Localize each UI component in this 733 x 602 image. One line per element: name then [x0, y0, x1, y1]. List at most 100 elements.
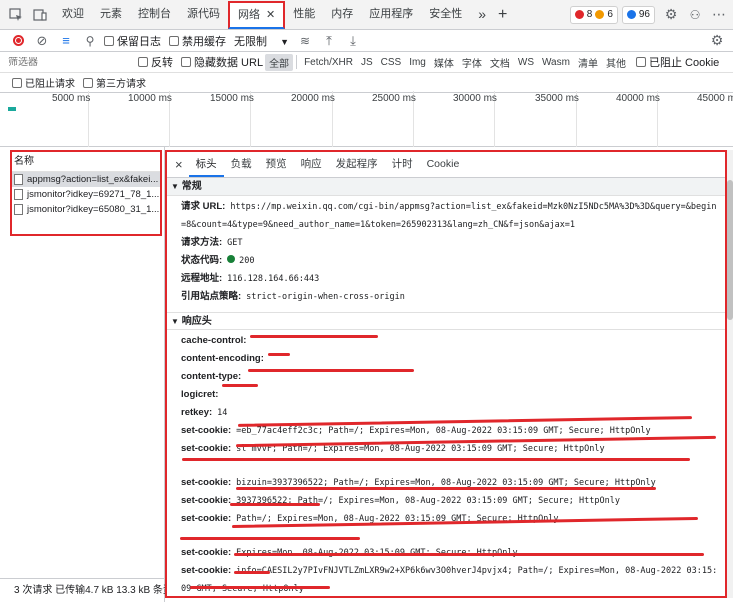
- tab-application[interactable]: 应用程序: [361, 0, 421, 29]
- close-tab-icon[interactable]: ✕: [266, 9, 275, 21]
- status-code-value: 200: [239, 256, 255, 266]
- tab-console[interactable]: 控制台: [130, 0, 179, 29]
- response-headers-title: 响应头: [181, 316, 212, 327]
- tab-headers[interactable]: 标头: [188, 152, 224, 177]
- filter-icon[interactable]: ≡: [56, 31, 76, 51]
- blocked-requests-label: 已阻止请求: [25, 79, 75, 90]
- request-row[interactable]: jsmonitor?idkey=65080_31_1...: [12, 202, 160, 217]
- filter-input[interactable]: [8, 56, 138, 68]
- disable-cache-box[interactable]: [169, 35, 179, 46]
- record-icon[interactable]: [8, 31, 28, 51]
- tab-payload[interactable]: 负载: [224, 152, 259, 177]
- filter-type-xhr[interactable]: Fetch/XHR: [300, 56, 357, 69]
- chevron-down-icon: ▼: [280, 36, 289, 47]
- issues-badge[interactable]: 8 6: [569, 5, 618, 24]
- column-header-name[interactable]: 名称: [12, 152, 160, 172]
- tab-network[interactable]: 网络 ✕: [228, 0, 286, 29]
- warning-icon: [595, 10, 605, 19]
- redaction-mark: [268, 353, 290, 356]
- search-icon[interactable]: ⚲: [80, 31, 100, 51]
- device-toolbar-icon[interactable]: [30, 5, 50, 25]
- inspect-element-icon[interactable]: [6, 5, 26, 25]
- invert-label: 反转: [151, 57, 173, 69]
- third-party-box[interactable]: [83, 77, 93, 88]
- invert-checkbox[interactable]: 反转: [138, 54, 173, 70]
- filter-type-wasm[interactable]: Wasm: [538, 56, 574, 69]
- throttle-select[interactable]: 无限制 ▼: [234, 33, 289, 49]
- filter-type-css[interactable]: CSS: [377, 56, 406, 69]
- filter-type-img[interactable]: Img: [405, 56, 430, 69]
- tab-cookies[interactable]: Cookie: [420, 152, 467, 177]
- messages-badge[interactable]: 96: [621, 5, 655, 24]
- general-section-title: 常规: [181, 181, 202, 192]
- hide-data-urls-box[interactable]: [181, 57, 191, 67]
- general-section-header[interactable]: ▼ 常规: [167, 178, 725, 196]
- timeline-tick-label: 35000 ms: [535, 93, 579, 104]
- throttle-value: 无限制: [234, 35, 267, 48]
- tab-memory[interactable]: 内存: [323, 0, 361, 29]
- timeline-request-bar: [8, 107, 16, 111]
- tab-response[interactable]: 响应: [294, 152, 329, 177]
- request-row[interactable]: appmsg?action=list_ex&fakei...: [12, 172, 160, 187]
- filter-type-font[interactable]: 字体: [458, 54, 486, 71]
- tab-preview[interactable]: 预览: [259, 152, 294, 177]
- response-headers-section-header[interactable]: ▼ 响应头: [167, 312, 725, 330]
- timeline-tick-label: 15000 ms: [210, 93, 254, 104]
- preserve-log-checkbox[interactable]: 保留日志: [104, 33, 161, 49]
- third-party-checkbox[interactable]: 第三方请求: [83, 75, 146, 90]
- timeline-overview[interactable]: 5000 ms 10000 ms 15000 ms 20000 ms 25000…: [0, 91, 733, 147]
- invert-box[interactable]: [138, 57, 148, 67]
- tab-initiator[interactable]: 发起程序: [329, 152, 385, 177]
- hide-data-urls-checkbox[interactable]: 隐藏数据 URL: [181, 54, 263, 70]
- request-name: appmsg?action=list_ex&fakei...: [27, 174, 159, 185]
- blocked-requests-checkbox[interactable]: 已阻止请求: [12, 75, 75, 90]
- request-row[interactable]: jsmonitor?idkey=69271_78_1...: [12, 187, 160, 202]
- network-settings-icon[interactable]: ⚙: [707, 31, 727, 51]
- remote-address-label: 远程地址:: [181, 273, 223, 284]
- redaction-mark: [236, 487, 656, 490]
- disable-cache-checkbox[interactable]: 禁用缓存: [169, 33, 226, 49]
- add-tab-icon[interactable]: +: [494, 0, 511, 29]
- header-name: retkey:: [181, 407, 213, 418]
- header-name: set-cookie:: [181, 477, 232, 488]
- filter-type-other[interactable]: 其他: [602, 54, 630, 71]
- tab-elements[interactable]: 元素: [92, 0, 130, 29]
- filter-type-js[interactable]: JS: [357, 56, 377, 69]
- blocked-cookies-checkbox[interactable]: 已阻止 Cookie: [635, 54, 719, 70]
- clear-icon[interactable]: ⊘: [32, 31, 52, 51]
- tab-timing[interactable]: 计时: [385, 152, 420, 177]
- header-name: set-cookie:: [181, 425, 232, 436]
- filter-type-ws[interactable]: WS: [514, 56, 538, 69]
- request-url-row: 请求 URL: https://mp.weixin.qq.com/cgi-bin/…: [167, 196, 725, 234]
- hide-data-urls-label: 隐藏数据 URL: [194, 57, 264, 69]
- import-har-icon[interactable]: ⤒: [319, 31, 339, 51]
- customize-icon[interactable]: ⚇: [685, 5, 705, 25]
- tab-welcome[interactable]: 欢迎: [54, 0, 92, 29]
- blocked-cookies-box[interactable]: [635, 57, 646, 67]
- referrer-policy-label: 引用站点策略:: [181, 291, 242, 302]
- more-options-icon[interactable]: ⋯: [709, 5, 729, 25]
- preserve-log-box[interactable]: [104, 35, 114, 46]
- filter-type-all[interactable]: 全部: [265, 53, 294, 71]
- header-value: =eb_77ac4eff2c3c; Path=/; Expires=Mon, 0…: [236, 426, 651, 436]
- close-details-icon[interactable]: ×: [169, 152, 189, 177]
- settings-gear-icon[interactable]: ⚙: [661, 5, 681, 25]
- filter-type-media[interactable]: 媒体: [430, 54, 458, 71]
- request-url-value: https://mp.weixin.qq.com/cgi-bin/appmsg?…: [181, 202, 717, 230]
- detail-scrollbar[interactable]: [727, 150, 733, 598]
- network-summary: 3 次请求 已传输4.7 kB 13.3 kB 条资: [0, 578, 165, 602]
- filter-type-doc[interactable]: 文档: [486, 54, 514, 71]
- more-tabs-icon[interactable]: »: [470, 0, 494, 29]
- scrollbar-thumb[interactable]: [727, 180, 733, 320]
- filter-type-manifest[interactable]: 清单: [574, 54, 602, 71]
- tab-sources[interactable]: 源代码: [179, 0, 228, 29]
- blocked-requests-box[interactable]: [12, 77, 22, 88]
- tab-performance[interactable]: 性能: [285, 0, 323, 29]
- network-conditions-icon[interactable]: ≋: [295, 31, 315, 51]
- referrer-policy-value: strict-origin-when-cross-origin: [246, 292, 405, 302]
- redaction-mark: [222, 384, 258, 387]
- header-name: set-cookie:: [181, 547, 232, 558]
- tab-security[interactable]: 安全性: [421, 0, 470, 29]
- warning-count: 6: [607, 9, 613, 20]
- export-har-icon[interactable]: ⤓: [343, 31, 363, 51]
